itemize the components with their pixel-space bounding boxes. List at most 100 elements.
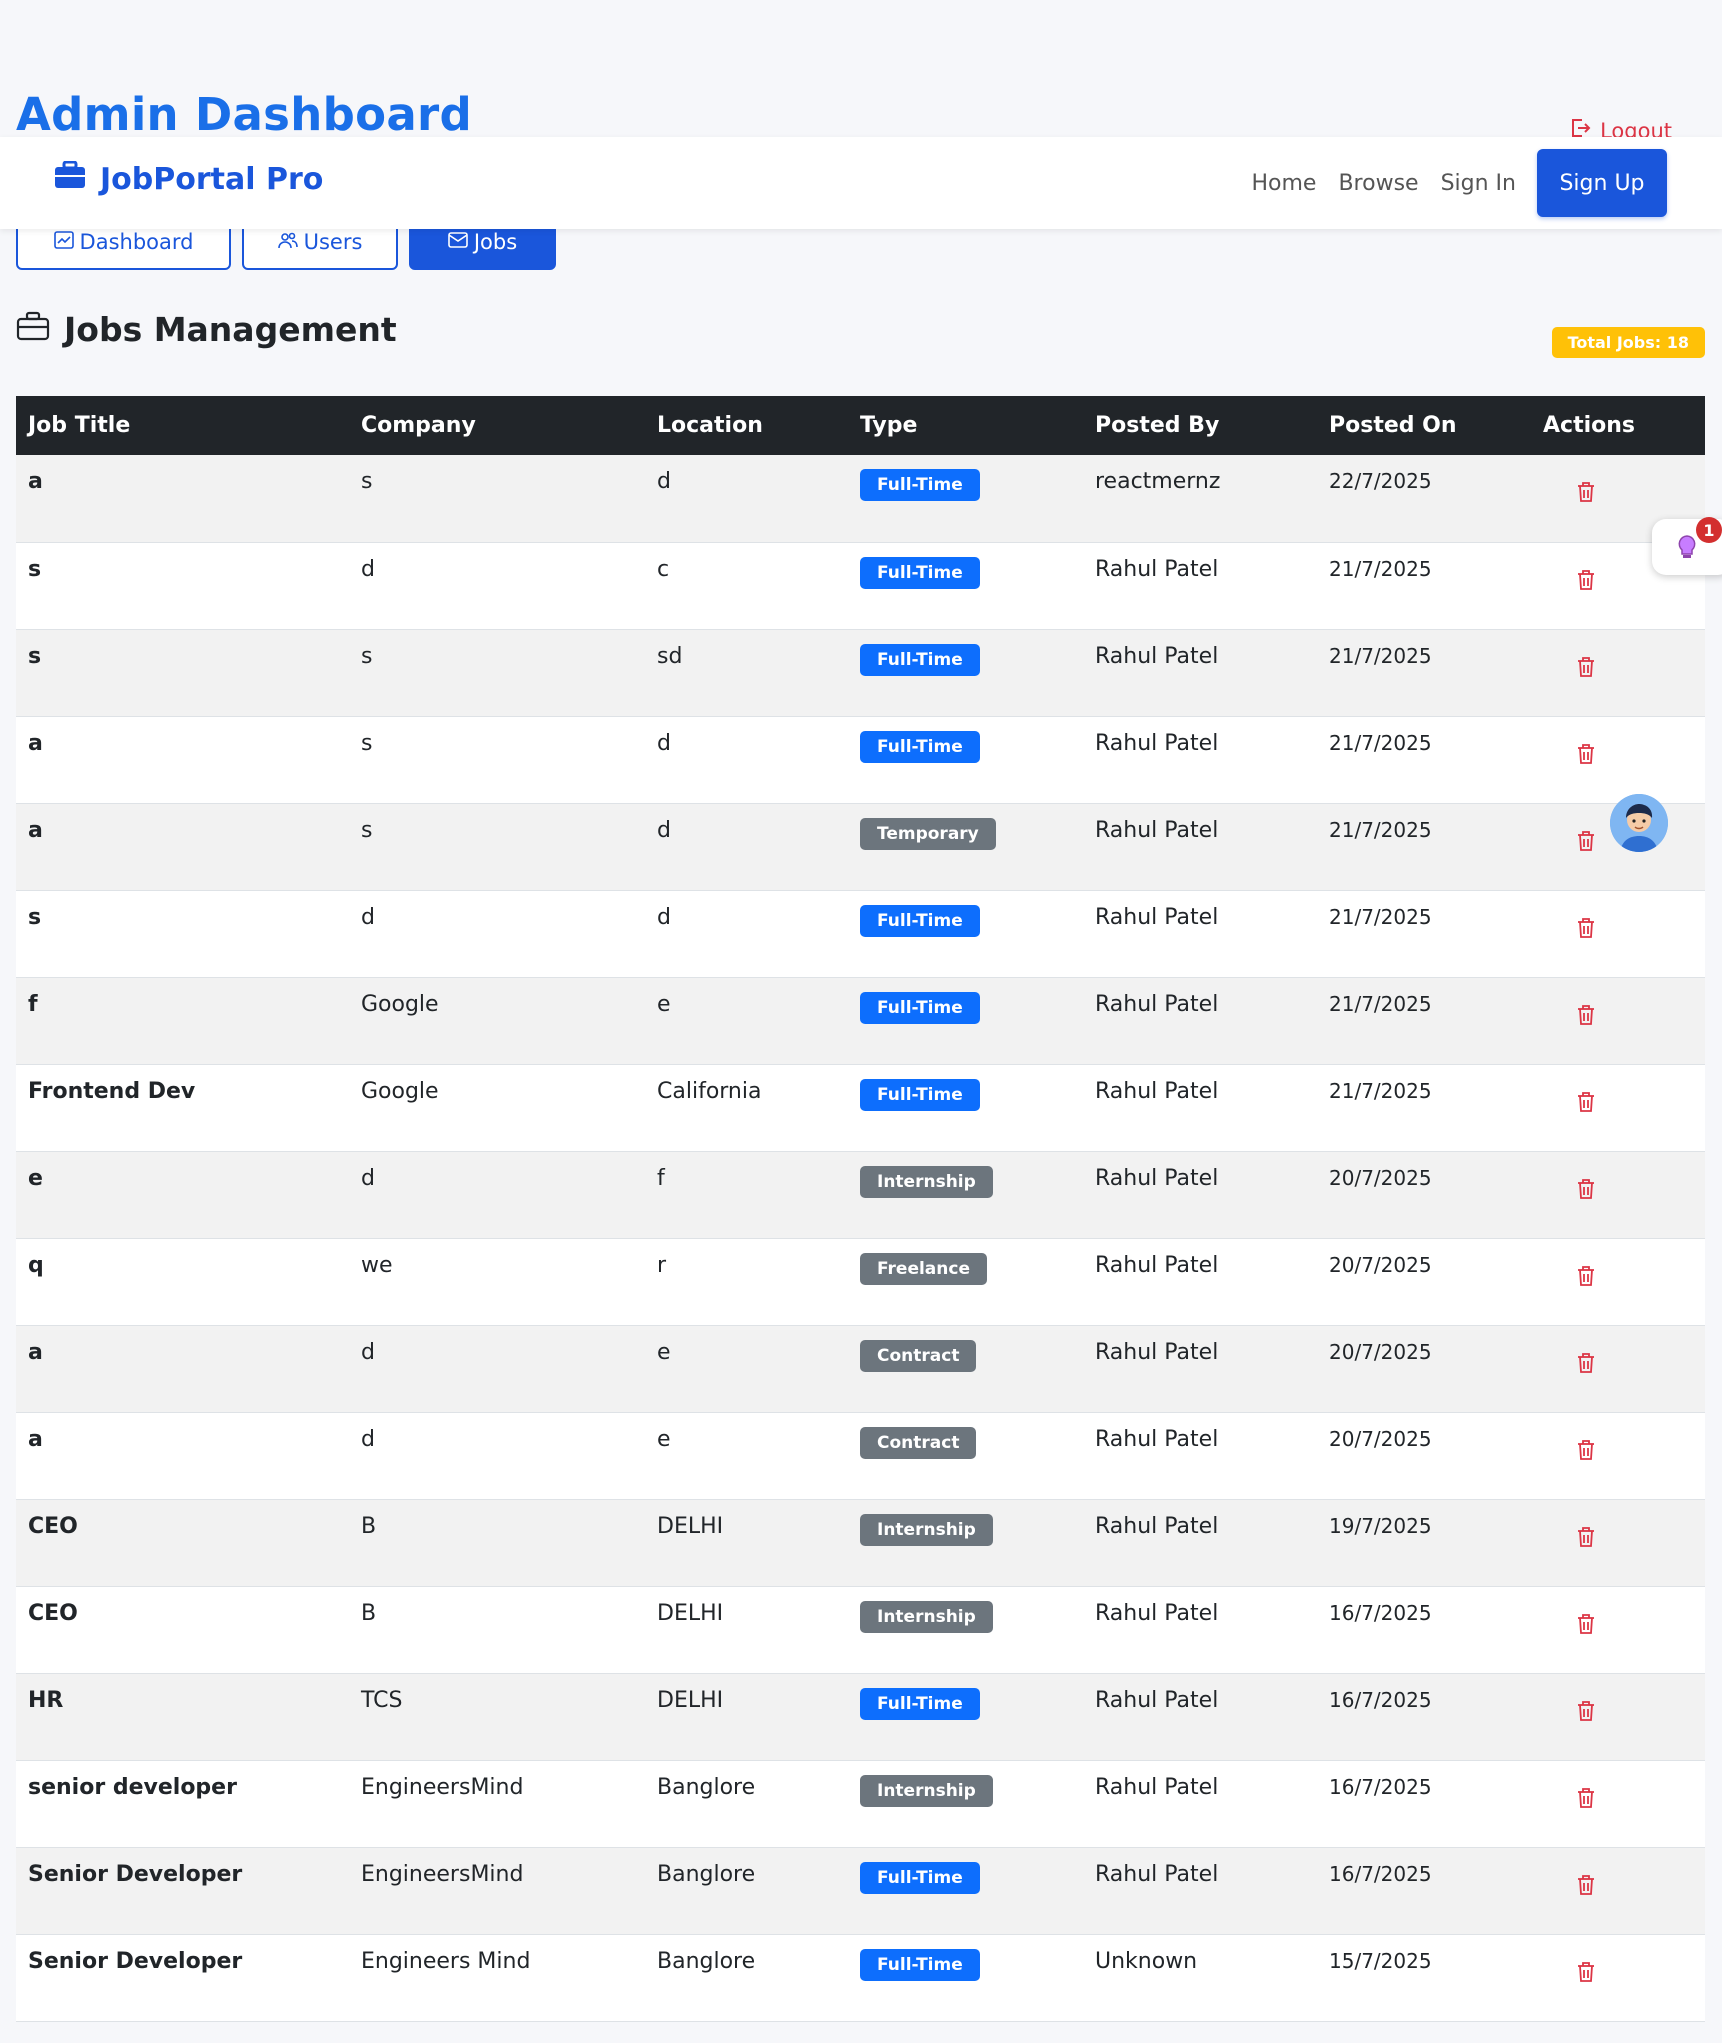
cell-type: Full-Time [848, 542, 1083, 629]
cell-posted-by: Rahul Patel [1095, 1252, 1219, 1278]
cell-posted-by: Rahul Patel [1095, 1600, 1219, 1626]
cell-posted-on: 21/7/2025 [1329, 817, 1432, 842]
delete-job-button[interactable] [1577, 481, 1595, 509]
table-row: senior developer EngineersMind Banglore Int… [16, 1760, 1705, 1847]
delete-job-button[interactable] [1577, 1004, 1595, 1032]
delete-job-button[interactable] [1577, 1439, 1595, 1467]
cell-posted-by: Rahul Patel [1095, 1078, 1219, 1104]
cell-job-title: Senior Developer [28, 1948, 243, 1974]
delete-job-button[interactable] [1577, 743, 1595, 771]
delete-job-button[interactable] [1577, 1526, 1595, 1554]
cell-posted-by: reactmernz [1095, 469, 1221, 494]
cell-posted-by: Rahul Patel [1095, 817, 1219, 843]
cell-company: we [361, 1252, 393, 1278]
header-posted-on: Posted On [1329, 413, 1457, 438]
delete-job-button[interactable] [1577, 1178, 1595, 1206]
job-type-badge: Full-Time [860, 643, 980, 676]
cell-location: d [657, 817, 671, 843]
job-type-badge: Full-Time [860, 1078, 980, 1111]
job-type-badge: Full-Time [860, 1948, 980, 1981]
cell-posted-by: Rahul Patel [1095, 904, 1219, 930]
cell-type: Full-Time [848, 1064, 1083, 1151]
delete-job-button[interactable] [1577, 917, 1595, 945]
floating-notification-widget[interactable]: 1 [1652, 517, 1722, 575]
cell-posted-by: Rahul Patel [1095, 1774, 1219, 1800]
delete-job-button[interactable] [1577, 1613, 1595, 1641]
cell-job-title: f [28, 991, 38, 1017]
cell-job-title: CEO [28, 1513, 78, 1539]
cell-posted-by: Rahul Patel [1095, 730, 1219, 756]
delete-job-button[interactable] [1577, 1874, 1595, 1902]
trash-icon [1577, 1178, 1595, 1206]
cell-posted-on: 19/7/2025 [1329, 1513, 1432, 1538]
job-type-badge: Full-Time [860, 556, 980, 589]
delete-job-button[interactable] [1577, 1961, 1595, 1989]
trash-icon [1577, 1874, 1595, 1902]
cell-company: s [361, 817, 373, 843]
nav-home-link[interactable]: Home [1241, 171, 1328, 196]
cell-posted-on: 16/7/2025 [1329, 1600, 1432, 1625]
cell-job-title: a [28, 469, 43, 494]
cell-type: Internship [848, 1586, 1083, 1673]
brand-logo-link[interactable]: JobPortal Pro [54, 160, 323, 197]
header-company: Company [361, 413, 476, 438]
cell-location: e [657, 1339, 671, 1365]
header-location: Location [657, 413, 763, 438]
nav-browse-link[interactable]: Browse [1327, 171, 1429, 196]
trash-icon [1577, 917, 1595, 945]
cell-job-title: a [28, 1339, 43, 1365]
cell-location: DELHI [657, 1687, 724, 1713]
envelope-icon [448, 230, 468, 254]
table-row: s d d Full-Time Rahul Patel 21/7/2025 [16, 890, 1705, 977]
cell-type: Freelance [848, 1238, 1083, 1325]
table-header-row: Job Title Company Location Type Posted B… [16, 396, 1705, 455]
table-row: Senior Developer Engineers Mind Banglore Fu… [16, 1934, 1705, 2021]
trash-icon [1577, 1439, 1595, 1467]
header-actions: Actions [1543, 413, 1635, 438]
cell-job-title: senior developer [28, 1774, 237, 1800]
cell-company: B [361, 1513, 377, 1539]
delete-job-button[interactable] [1577, 1352, 1595, 1380]
signup-button[interactable]: Sign Up [1537, 149, 1667, 217]
cell-company: d [361, 1165, 375, 1191]
cell-job-title: a [28, 817, 43, 843]
trash-icon [1577, 1004, 1595, 1032]
cell-company: EngineersMind [361, 1774, 524, 1800]
cell-company: d [361, 1339, 375, 1365]
cell-actions [1531, 1499, 1705, 1586]
cell-actions [1531, 1760, 1705, 1847]
nav-signin-link[interactable]: Sign In [1430, 171, 1527, 196]
cell-type: Full-Time [848, 455, 1083, 542]
cell-location: r [657, 1252, 667, 1278]
cell-type: Full-Time [848, 1934, 1083, 2021]
delete-job-button[interactable] [1577, 1700, 1595, 1728]
cell-type: Internship [848, 1499, 1083, 1586]
cell-posted-on: 16/7/2025 [1329, 1861, 1432, 1886]
cell-posted-on: 20/7/2025 [1329, 1165, 1432, 1190]
trash-icon [1577, 1265, 1595, 1293]
section-heading: Jobs Management [16, 310, 397, 349]
cell-posted-by: Rahul Patel [1095, 1165, 1219, 1191]
nav-links: Home Browse Sign In Sign Up [1241, 149, 1667, 217]
cell-posted-on: 21/7/2025 [1329, 1078, 1432, 1103]
cell-type: Contract [848, 1325, 1083, 1412]
cell-job-title: e [28, 1165, 43, 1191]
cell-actions [1531, 1151, 1705, 1238]
job-type-badge: Temporary [860, 817, 996, 850]
cell-posted-on: 20/7/2025 [1329, 1252, 1432, 1277]
delete-job-button[interactable] [1577, 569, 1595, 597]
delete-job-button[interactable] [1577, 656, 1595, 684]
table-row: HR TCS DELHI Full-Time Rahul Patel 16/7/2025 [16, 1673, 1705, 1760]
job-type-badge: Full-Time [860, 469, 980, 501]
cell-posted-by: Rahul Patel [1095, 991, 1219, 1017]
cell-actions [1531, 1238, 1705, 1325]
cell-posted-by: Rahul Patel [1095, 1339, 1219, 1365]
cell-job-title: Frontend Dev [28, 1078, 196, 1104]
delete-job-button[interactable] [1577, 830, 1595, 858]
delete-job-button[interactable] [1577, 1091, 1595, 1119]
chat-avatar-button[interactable] [1610, 794, 1668, 852]
delete-job-button[interactable] [1577, 1787, 1595, 1815]
cell-type: Internship [848, 1151, 1083, 1238]
delete-job-button[interactable] [1577, 1265, 1595, 1293]
table-row: a d e Contract Rahul Patel 20/7/2025 [16, 1325, 1705, 1412]
